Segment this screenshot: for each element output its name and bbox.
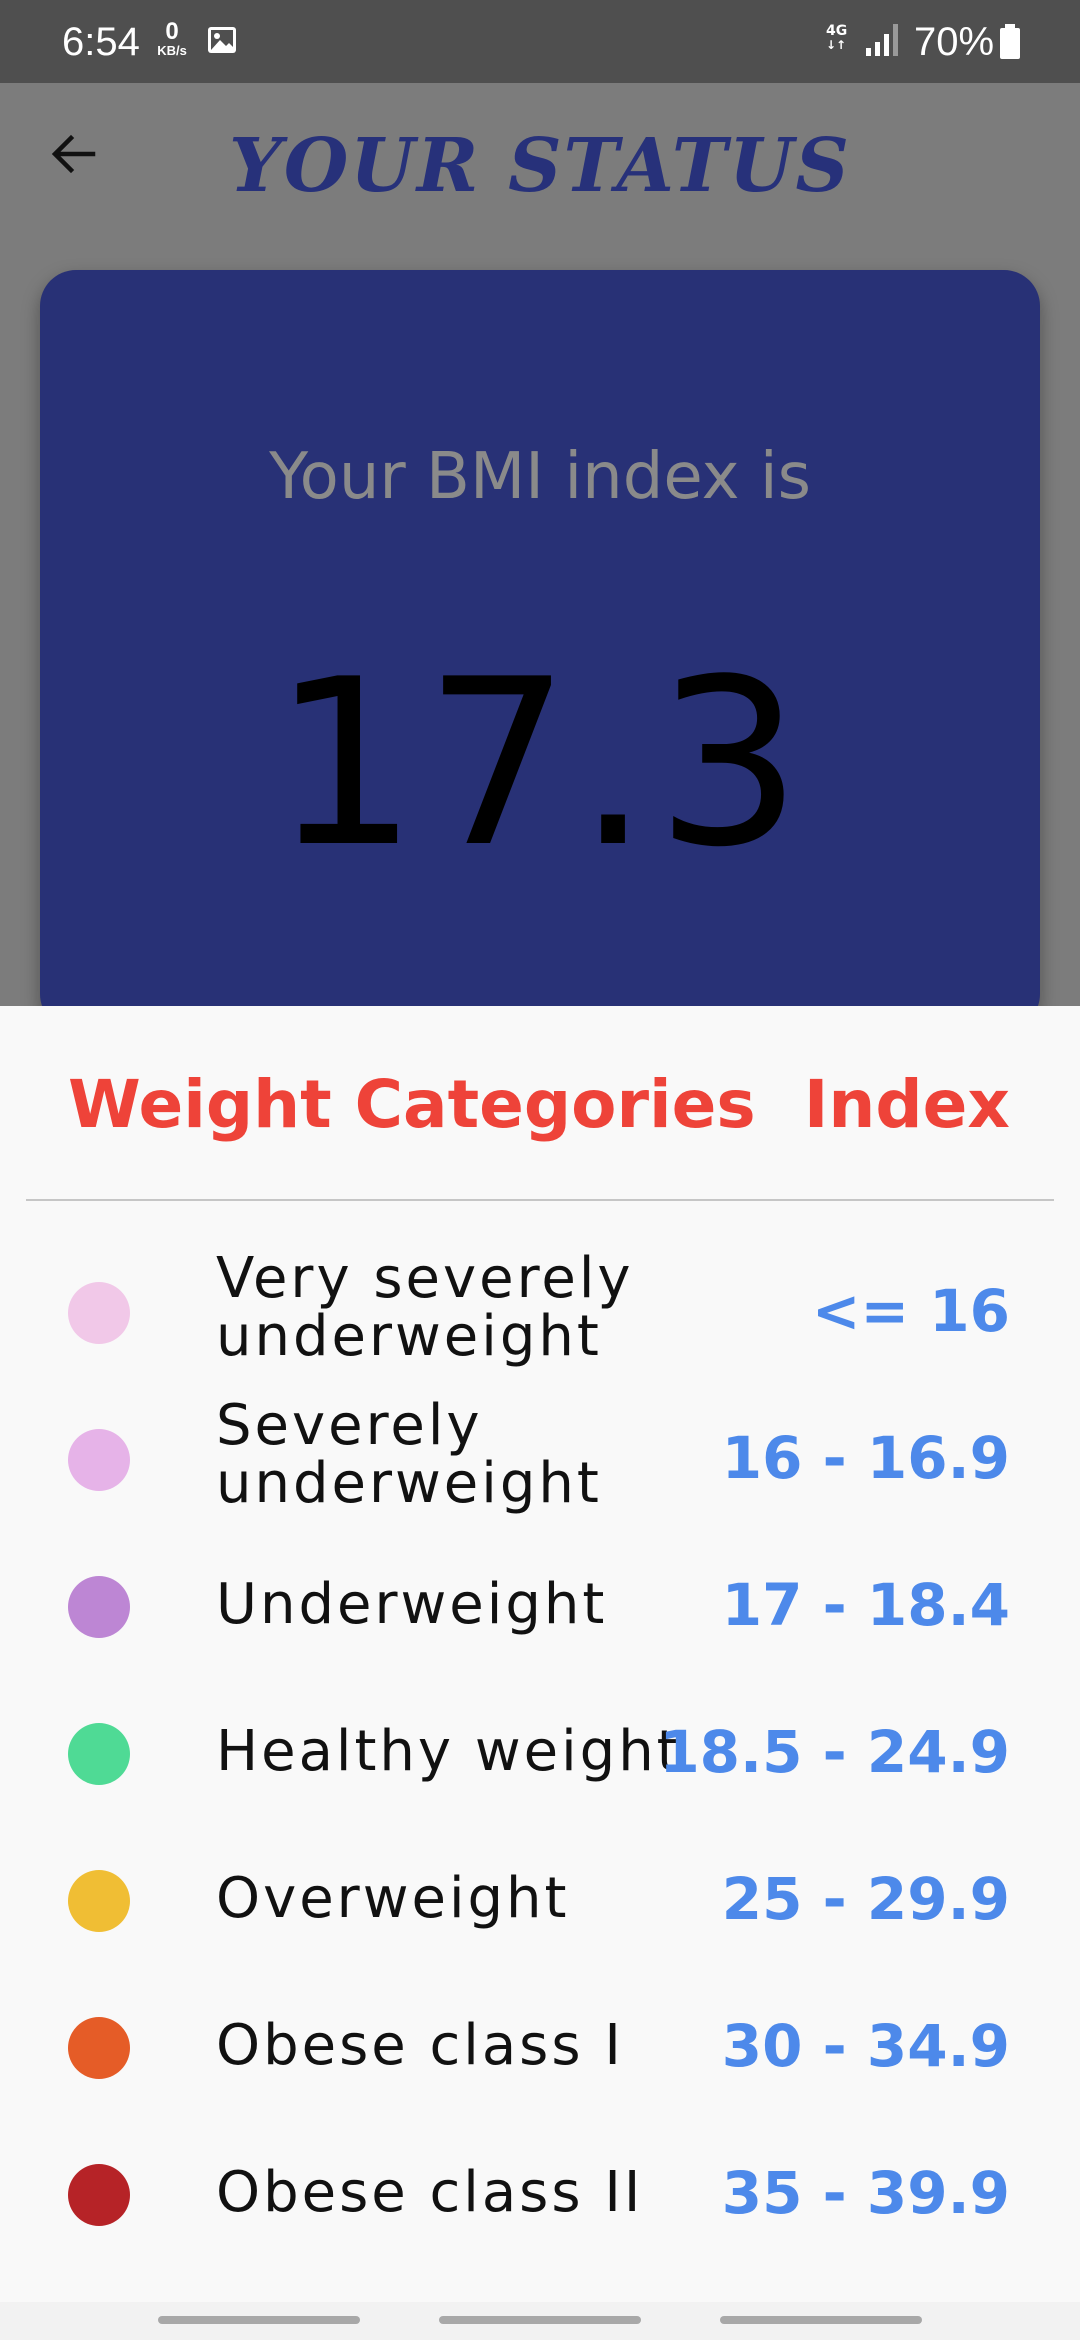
category-row: Obese class I 30 - 34.9	[0, 1971, 1080, 2111]
category-name: Healthy weight	[216, 1719, 682, 1784]
category-color-dot	[68, 1576, 130, 1638]
category-color-dot	[68, 2017, 130, 2079]
network-speed-value: 0	[165, 18, 179, 45]
category-row: Severely underweight 16 - 16.9	[0, 1383, 1080, 1523]
category-index: 18.5 - 24.9	[659, 1718, 1010, 1786]
bmi-value: 17.3	[271, 631, 809, 898]
category-name: Obese class I	[216, 2013, 624, 2078]
category-name: Very severely underweight	[216, 1246, 634, 1369]
system-nav-bar	[0, 2302, 1080, 2340]
header-index: Index	[803, 1066, 1010, 1143]
battery-icon	[998, 24, 1022, 64]
nav-back-handle[interactable]	[720, 2316, 922, 2324]
image-notification-icon	[206, 24, 238, 60]
category-color-dot	[68, 1429, 130, 1491]
divider	[26, 1199, 1054, 1201]
bmi-label: Your BMI index is	[269, 440, 811, 514]
category-index: <= 16	[811, 1277, 1010, 1345]
app-bar: YOUR STATUS	[0, 83, 1080, 263]
category-index: 17 - 18.4	[721, 1571, 1010, 1639]
category-color-dot	[68, 1282, 130, 1344]
category-color-dot	[68, 2164, 130, 2226]
nav-recents-handle[interactable]	[158, 2316, 360, 2324]
page-title: YOUR STATUS	[229, 123, 851, 209]
network-type-label: 4G	[826, 23, 848, 39]
category-name: Underweight	[216, 1572, 608, 1637]
bmi-result-card: Your BMI index is 17.3	[40, 270, 1040, 1030]
signal-icon	[862, 22, 904, 62]
weight-categories-sheet: Weight Categories Index Very severely un…	[0, 1006, 1080, 2340]
category-color-dot	[68, 1723, 130, 1785]
battery-percent: 70%	[914, 20, 995, 64]
category-name: Overweight	[216, 1866, 570, 1931]
status-bar: 6:54 0 KB/s 4G ↓↑ 70%	[0, 0, 1080, 83]
category-index: 30 - 34.9	[721, 2012, 1010, 2080]
network-speed-unit: KB/s	[157, 43, 187, 58]
header-weight-categories: Weight Categories	[68, 1066, 756, 1143]
category-index: 25 - 29.9	[721, 1865, 1010, 1933]
category-name: Severely underweight	[216, 1393, 602, 1516]
category-row: Underweight 17 - 18.4	[0, 1530, 1080, 1670]
nav-home-handle[interactable]	[439, 2316, 641, 2324]
category-index: 16 - 16.9	[721, 1424, 1010, 1492]
network-speed: 0 KB/s	[152, 18, 192, 58]
category-row: Very severely underweight <= 16	[0, 1236, 1080, 1376]
category-row: Overweight 25 - 29.9	[0, 1824, 1080, 1964]
network-type: 4G ↓↑	[826, 24, 847, 52]
category-index: 35 - 39.9	[721, 2159, 1010, 2227]
data-arrows-icon: ↓↑	[826, 38, 847, 52]
status-time: 6:54	[62, 20, 140, 64]
category-row: Healthy weight 18.5 - 24.9	[0, 1677, 1080, 1817]
category-name: Obese class II	[216, 2160, 644, 2225]
category-row: Obese class II 35 - 39.9	[0, 2118, 1080, 2258]
category-color-dot	[68, 1870, 130, 1932]
